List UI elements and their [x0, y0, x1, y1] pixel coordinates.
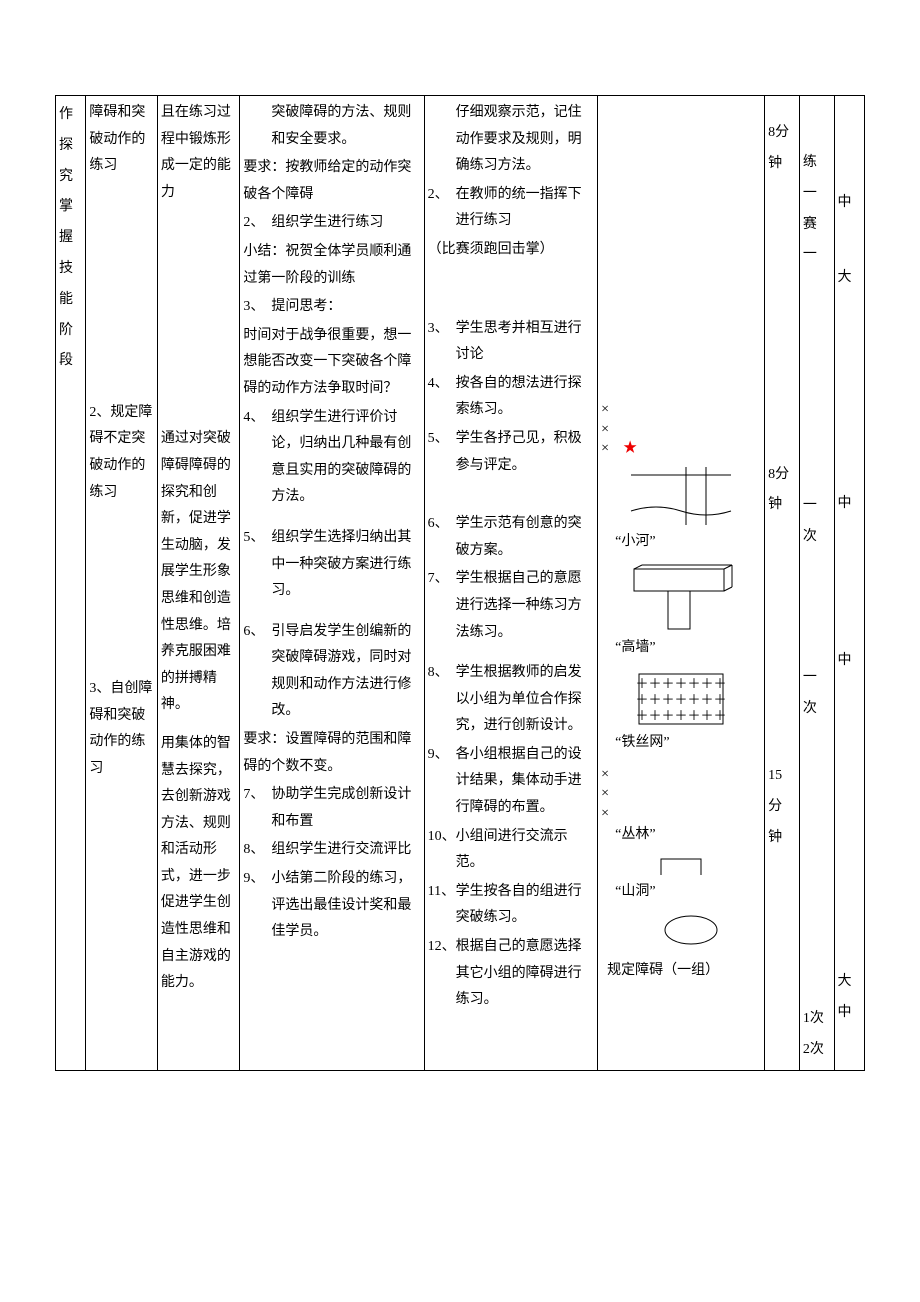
student-6: 学生示范有创意的突破方案。 — [456, 511, 595, 564]
topic-1: 障碍和突破动作的练习 — [89, 100, 154, 180]
teacher-9: 小结第二阶段的练习，评选出最佳设计奖和最佳学员。 — [271, 866, 420, 946]
count-2: 一次 — [803, 491, 831, 553]
teacher-5: 组织学生选择归纳出其中一种突破方案进行练习。 — [271, 525, 420, 605]
time-1: 8分钟 — [768, 118, 796, 180]
level-1a: 中 — [838, 190, 861, 217]
wire-icon: ＋＋＋＋＋＋＋ ＋＋＋＋＋＋＋ ＋＋＋＋＋＋＋ — [621, 670, 741, 728]
star-icon: ★ — [623, 441, 637, 456]
teacher-q1: 时间对于战争很重要，想一想能否改变一下突破各个障碍的动作方法争取时间？ — [243, 323, 420, 403]
count-cell: 练一赛一 一次 一次 1次 2次 — [799, 96, 834, 1071]
student-2: 在教师的统一指挥下进行练习 — [456, 182, 595, 235]
student-4: 按各自的想法进行探索练习。 — [456, 371, 595, 424]
topic-cell: 障碍和突破动作的练习 2、规定障碍不定突破动作的练习 3、自创障碍和突破动作的练… — [86, 96, 158, 1071]
diagram-crosses-star: ××× ★ — [601, 400, 761, 459]
teacher-8: 组织学生进行交流评比 — [271, 837, 420, 864]
student-9: 各小组根据自己的设计结果，集体动手进行障碍的布置。 — [456, 742, 595, 822]
lesson-plan-table: 作探究掌握技能阶段 障碍和突破动作的练习 2、规定障碍不定突破动作的练习 3、自… — [55, 95, 865, 1071]
level-4a: 大 — [838, 969, 861, 996]
teacher-4: 组织学生进行评价讨论，归纳出几种最有创意且实用的突破障碍的方法。 — [271, 405, 420, 511]
level-1b: 大 — [838, 265, 861, 292]
teacher-7: 协助学生完成创新设计和布置 — [271, 782, 420, 835]
level-2: 中 — [838, 491, 861, 518]
goal-3: 用集体的智慧去探究，去创新游戏方法、规则和活动形式，进一步促进学生创造性思维和自… — [161, 731, 236, 997]
cave-icon — [631, 912, 731, 950]
river-label: “小河” — [601, 529, 761, 556]
teacher-req1: 要求：按教师给定的动作突破各个障碍 — [243, 155, 420, 208]
count-3: 一次 — [803, 663, 831, 725]
time-3: 15分钟 — [768, 761, 796, 853]
teacher-req2: 要求：设置障碍的范围和障碍的个数不变。 — [243, 727, 420, 780]
student-11: 学生按各自的组进行突破练习。 — [456, 879, 595, 932]
bush-label: “丛林” — [601, 825, 761, 845]
teacher-2: 组织学生进行练习 — [271, 210, 420, 237]
cave-label: “山洞” — [601, 879, 761, 906]
teacher-3: 提问思考： — [271, 294, 420, 321]
time-2: 8分钟 — [768, 460, 796, 522]
wall-label: “高墙” — [601, 635, 761, 662]
topic-3: 3、自创障碍和突破动作的练习 — [89, 676, 154, 782]
time-cell: 8分钟 8分钟 15分钟 — [765, 96, 800, 1071]
level-cell: 中 大 中 中 大 中 — [834, 96, 864, 1071]
student-8: 学生根据教师的启发以小组为单位合作探究，进行创新设计。 — [456, 660, 595, 740]
teacher-cell: 突破障碍的方法、规则和安全要求。 要求：按教师给定的动作突破各个障碍 2、组织学… — [240, 96, 424, 1071]
diagram-cell: ××× ★ “小河” “高墙” ＋＋＋＋＋＋＋ ＋＋＋＋＋＋＋ ＋＋＋＋＋＋＋ — [598, 96, 765, 1071]
student-2b: （比赛须跑回击掌） — [428, 237, 595, 264]
student-12: 根据自己的意愿选择其它小组的障碍进行练习。 — [456, 934, 595, 1014]
student-10: 小组间进行交流示范。 — [456, 824, 595, 877]
student-5: 学生各抒己见，积极参与评定。 — [456, 426, 595, 479]
goal-1: 且在练习过程中锻炼形成一定的能力 — [161, 100, 236, 206]
wire-label: “铁丝网” — [601, 730, 761, 757]
student-cell: 仔细观察示范，记住动作要求及规则，明确练习方法。 2、在教师的统一指挥下进行练习… — [424, 96, 598, 1071]
goal-cell: 且在练习过程中锻炼形成一定的能力 通过对突破障碍障碍的探究和创新，促进学生动脑，… — [157, 96, 239, 1071]
count-1: 练一赛一 — [803, 148, 831, 271]
student-7: 学生根据自己的意愿进行选择一种练习方法练习。 — [456, 566, 595, 646]
teacher-sum1: 小结：祝贺全体学员顺利通过第一阶段的训练 — [243, 239, 420, 292]
diagram-wire: ＋＋＋＋＋＋＋ ＋＋＋＋＋＋＋ ＋＋＋＋＋＋＋ “铁丝网” — [601, 670, 761, 757]
river-icon — [626, 467, 736, 527]
student-3: 学生思考并相互进行讨论 — [456, 316, 595, 369]
wall-icon — [626, 563, 736, 633]
svg-text:＋＋＋＋＋＋＋: ＋＋＋＋＋＋＋ — [636, 708, 727, 723]
level-3: 中 — [838, 648, 861, 675]
stage-cell: 作探究掌握技能阶段 — [56, 96, 86, 1071]
teacher-6: 引导启发学生创编新的突破障碍游戏，同时对规则和动作方法进行修改。 — [271, 619, 420, 725]
bracket-icon — [631, 853, 731, 877]
diagram-footer: 规定障碍（一组） — [601, 958, 761, 985]
teacher-intro: 突破障碍的方法、规则和安全要求。 — [243, 100, 420, 153]
count-4b: 2次 — [803, 1035, 824, 1066]
student-1: 仔细观察示范，记住动作要求及规则，明确练习方法。 — [428, 100, 595, 180]
diagram-wall: “高墙” — [601, 563, 761, 662]
goal-2: 通过对突破障碍障碍的探究和创新，促进学生动脑，发展学生形象思维和创造性思维。培养… — [161, 426, 236, 719]
svg-text:＋＋＋＋＋＋＋: ＋＋＋＋＋＋＋ — [636, 692, 727, 707]
topic-2: 2、规定障碍不定突破动作的练习 — [89, 400, 154, 506]
diagram-bush: ××× “丛林” — [601, 765, 761, 845]
diagram-cave: “山洞” — [601, 853, 761, 950]
stage-text: 作探究掌握技能阶段 — [59, 100, 82, 377]
count-4a: 1次 — [803, 1004, 824, 1035]
svg-text:＋＋＋＋＋＋＋: ＋＋＋＋＋＋＋ — [636, 676, 727, 691]
level-4b: 中 — [838, 1000, 861, 1027]
diagram-river: “小河” — [601, 467, 761, 556]
